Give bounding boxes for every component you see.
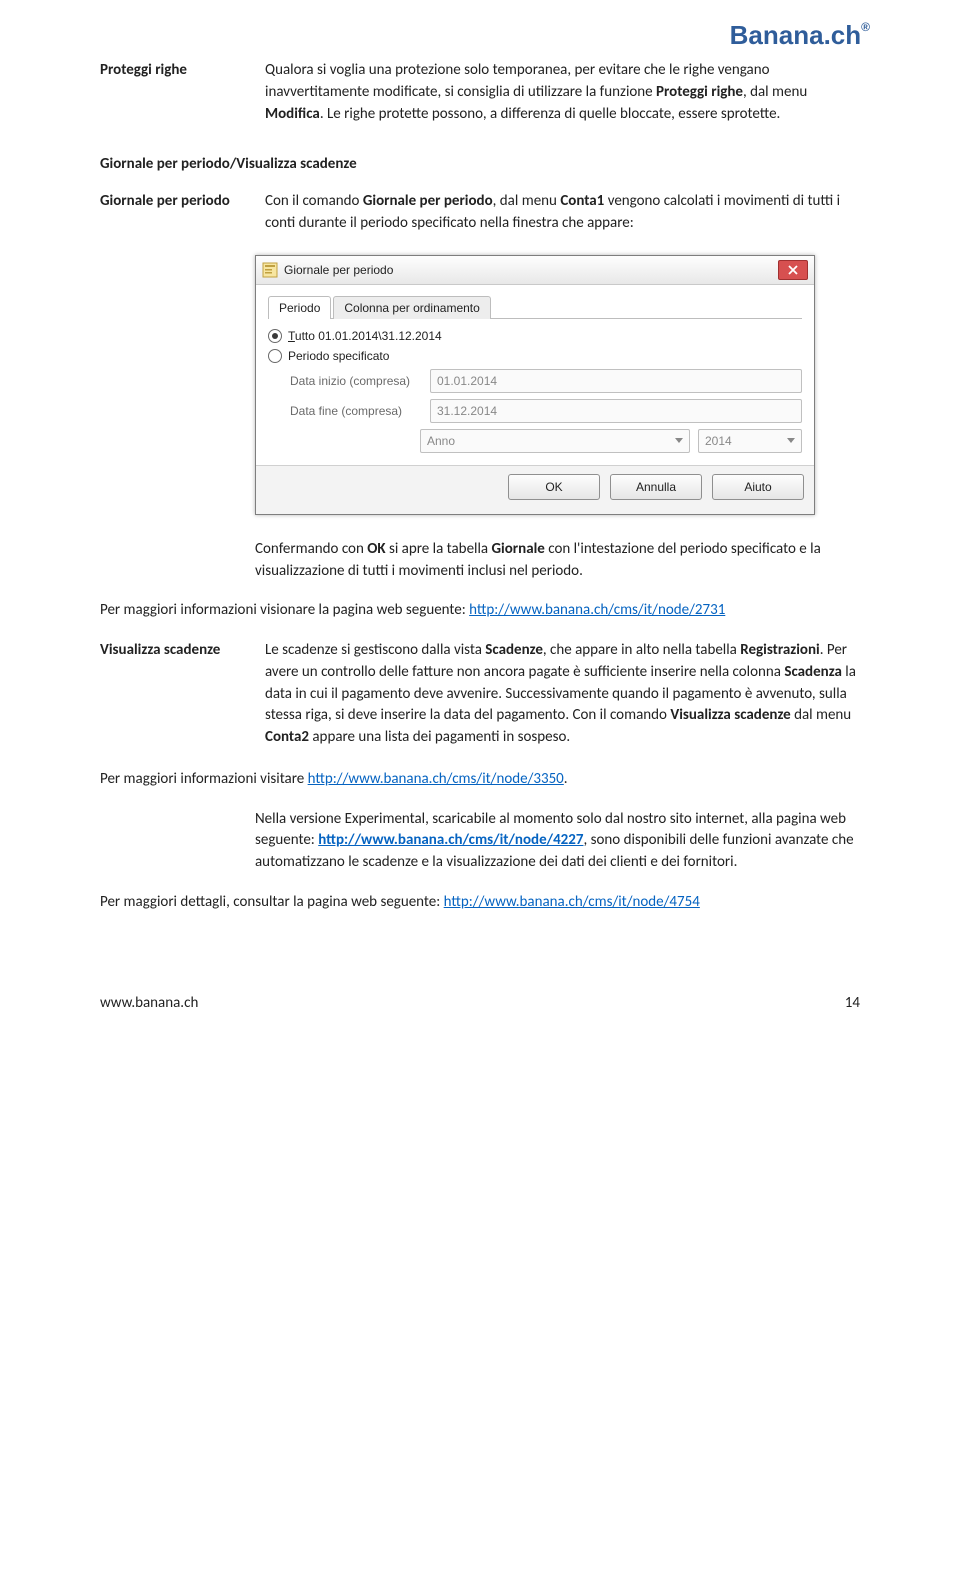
after-dialog-paragraph: Confermando con OK si apre la tabella Gi… xyxy=(255,539,860,583)
footer-site: www.banana.ch xyxy=(100,994,198,1012)
combo-value: 2014 xyxy=(705,434,732,448)
close-button[interactable] xyxy=(778,260,808,280)
field-row-data-fine: Data fine (compresa) 31.12.2014 xyxy=(290,399,802,423)
chevron-down-icon xyxy=(787,438,795,443)
section-title: Giornale per periodo/Visualizza scadenze xyxy=(100,155,860,173)
text: . xyxy=(564,770,568,788)
link-node-4227[interactable]: http://www.banana.ch/cms/it/node/4227 xyxy=(318,831,583,849)
text: Per maggiori dettagli, consultar la pagi… xyxy=(100,893,444,911)
entry-giornale-per-periodo: Giornale per periodo Con il comando Gior… xyxy=(100,191,860,235)
entry-body: Le scadenze si gestiscono dalla vista Sc… xyxy=(265,640,860,749)
text: si apre la tabella xyxy=(386,540,492,558)
tab-periodo[interactable]: Periodo xyxy=(268,296,331,319)
entry-label: Giornale per periodo xyxy=(100,191,265,213)
help-button[interactable]: Aiuto xyxy=(712,474,804,500)
tab-colonna-ordinamento[interactable]: Colonna per ordinamento xyxy=(333,296,490,319)
tab-row: Periodo Colonna per ordinamento xyxy=(268,295,802,319)
bold-text: Scadenze xyxy=(485,641,543,659)
entry-visualizza-scadenze: Visualizza scadenze Le scadenze si gesti… xyxy=(100,640,860,749)
label-data-inizio: Data inizio (compresa) xyxy=(290,374,420,388)
dialog-grip xyxy=(256,508,814,514)
cancel-button[interactable]: Annulla xyxy=(610,474,702,500)
text: Le scadenze si gestiscono dalla vista xyxy=(265,641,485,659)
bold-text: OK xyxy=(367,540,385,558)
mnemonic: T xyxy=(288,329,295,343)
brand-reg: ® xyxy=(861,20,870,34)
dialog-footer: OK Annulla Aiuto xyxy=(256,465,814,508)
text: Per maggiori informazioni visitare xyxy=(100,770,308,788)
bold-text: Conta2 xyxy=(265,728,309,746)
text: utto 01.01.2014\31.12.2014 xyxy=(295,329,442,343)
text: Con il comando xyxy=(265,192,363,210)
window-icon xyxy=(262,262,278,278)
page-footer: www.banana.ch 14 xyxy=(100,994,860,1012)
radio-tutto-row[interactable]: Tutto 01.01.2014\31.12.2014 xyxy=(268,329,802,343)
entry-body: Con il comando Giornale per periodo, dal… xyxy=(265,191,860,235)
bold-text: Registrazioni xyxy=(740,641,819,659)
text: , dal menu xyxy=(493,192,561,210)
dialog-title-left: Giornale per periodo xyxy=(262,262,393,278)
bold-text: Scadenza xyxy=(784,663,842,681)
bold-text: Conta1 xyxy=(560,192,604,210)
radio-periodo-row[interactable]: Periodo specificato xyxy=(268,349,802,363)
entry-label: Proteggi righe xyxy=(100,60,265,82)
text: , dal menu xyxy=(743,83,807,101)
text: . Le righe protette possono, a differenz… xyxy=(320,105,781,123)
document-page: Banana.ch® Proteggi righe Qualora si vog… xyxy=(0,0,960,1052)
dialog-titlebar: Giornale per periodo xyxy=(256,256,814,285)
field-row-data-inizio: Data inizio (compresa) 01.01.2014 xyxy=(290,369,802,393)
entry-body: Qualora si voglia una protezione solo te… xyxy=(265,60,860,125)
link-node-4754[interactable]: http://www.banana.ch/cms/it/node/4754 xyxy=(444,893,700,911)
combo-period-type[interactable]: Anno xyxy=(420,429,690,453)
radio-tutto[interactable] xyxy=(268,329,282,343)
brand-logo: Banana.ch® xyxy=(730,20,870,51)
combo-value: Anno xyxy=(427,434,455,448)
radio-periodo-specificato[interactable] xyxy=(268,349,282,363)
label-data-fine: Data fine (compresa) xyxy=(290,404,420,418)
info-line-3: Per maggiori dettagli, consultar la pagi… xyxy=(100,892,860,914)
radio-tutto-label: Tutto 01.01.2014\31.12.2014 xyxy=(288,329,442,343)
text: appare una lista dei pagamenti in sospes… xyxy=(309,728,570,746)
text: Confermando con xyxy=(255,540,367,558)
brand-name: Banana.ch xyxy=(730,20,862,50)
bold-text: Giornale xyxy=(492,540,545,558)
dialog-title: Giornale per periodo xyxy=(284,263,393,277)
text: Per maggiori informazioni visionare la p… xyxy=(100,601,469,619)
input-data-inizio[interactable]: 01.01.2014 xyxy=(430,369,802,393)
chevron-down-icon xyxy=(675,438,683,443)
link-node-3350[interactable]: http://www.banana.ch/cms/it/node/3350 xyxy=(308,770,564,788)
radio-periodo-label: Periodo specificato xyxy=(288,349,389,363)
ok-button[interactable]: OK xyxy=(508,474,600,500)
bold-text: Modifica xyxy=(265,105,320,123)
dialog-wrapper: Giornale per periodo Periodo Colonna per… xyxy=(255,255,815,515)
bold-text: Visualizza scadenze xyxy=(670,706,790,724)
combo-row: Anno 2014 xyxy=(420,429,802,453)
experimental-paragraph: Nella versione Experimental, scaricabile… xyxy=(255,809,860,874)
footer-page-number: 14 xyxy=(845,994,860,1012)
combo-year[interactable]: 2014 xyxy=(698,429,802,453)
link-node-2731[interactable]: http://www.banana.ch/cms/it/node/2731 xyxy=(469,601,725,619)
dialog-giornale-per-periodo: Giornale per periodo Periodo Colonna per… xyxy=(255,255,815,515)
info-line-1: Per maggiori informazioni visionare la p… xyxy=(100,600,860,622)
dialog-body: Periodo Colonna per ordinamento Tutto 01… xyxy=(256,285,814,465)
text: , che appare in alto nella tabella xyxy=(543,641,740,659)
input-data-fine[interactable]: 31.12.2014 xyxy=(430,399,802,423)
entry-proteggi-righe: Proteggi righe Qualora si voglia una pro… xyxy=(100,60,860,125)
bold-text: Giornale per periodo xyxy=(363,192,493,210)
info-line-2: Per maggiori informazioni visitare http:… xyxy=(100,769,860,791)
entry-label: Visualizza scadenze xyxy=(100,640,265,662)
bold-text: Proteggi righe xyxy=(656,83,743,101)
text: dal menu xyxy=(791,706,852,724)
